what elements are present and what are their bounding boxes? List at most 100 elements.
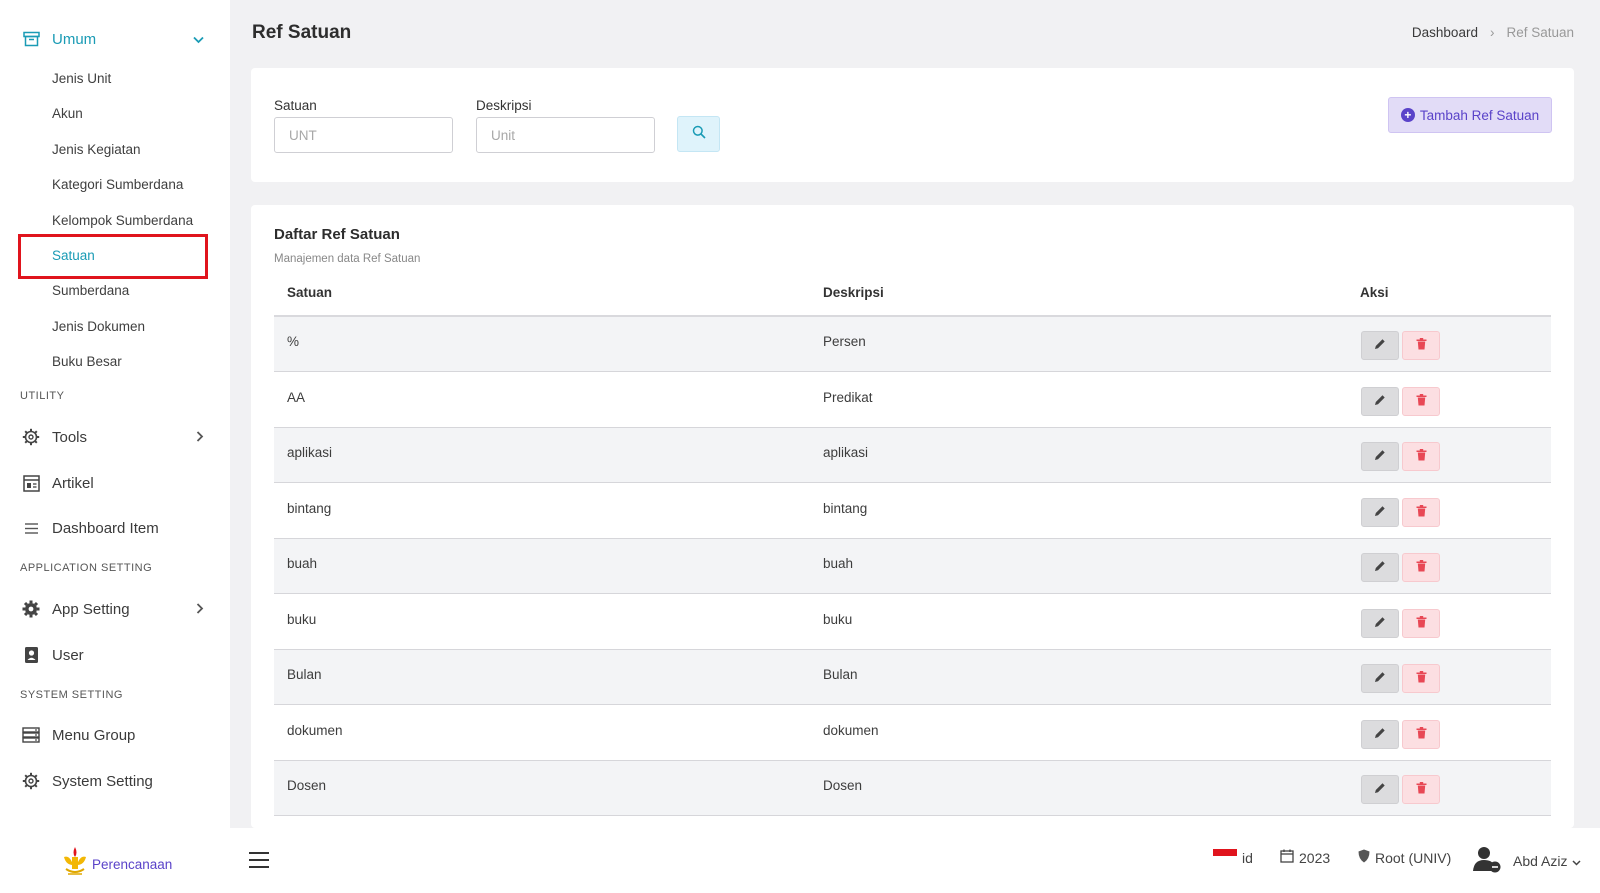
sidebar-item-kategori-sumberdana[interactable]: Kategori Sumberdana xyxy=(52,175,183,195)
sidebar-group-app-setting[interactable]: App Setting xyxy=(0,590,230,628)
sidebar-item-kelompok-sumberdana[interactable]: Kelompok Sumberdana xyxy=(52,211,193,231)
table-row: dokumen dokumen xyxy=(274,706,1551,761)
delete-button[interactable] xyxy=(1402,498,1440,527)
delete-button[interactable] xyxy=(1402,553,1440,582)
language-selector[interactable]: id xyxy=(1213,849,1253,866)
table-title: Daftar Ref Satuan xyxy=(274,226,400,243)
table-row: Bulan Bulan xyxy=(274,650,1551,705)
cell-deskripsi: Predikat xyxy=(823,390,873,405)
sidebar-item-label: Menu Group xyxy=(52,726,136,744)
trash-icon xyxy=(1416,559,1427,577)
trash-icon xyxy=(1416,726,1427,744)
delete-button[interactable] xyxy=(1402,387,1440,416)
sidebar-item-menu-group[interactable]: Menu Group xyxy=(0,716,230,754)
edit-button[interactable] xyxy=(1361,664,1399,693)
sidebar-group-umum[interactable]: Umum xyxy=(0,20,230,58)
cell-satuan: aplikasi xyxy=(287,445,333,460)
gear-icon xyxy=(22,428,40,446)
section-heading-utility: UTILITY xyxy=(20,390,65,402)
highlight-box xyxy=(18,234,208,279)
server-icon xyxy=(22,726,40,744)
cell-satuan: buah xyxy=(287,556,318,571)
sidebar-item-jenis-dokumen[interactable]: Jenis Dokumen xyxy=(52,317,145,337)
delete-button[interactable] xyxy=(1402,609,1440,638)
trash-icon xyxy=(1416,781,1427,799)
edit-button[interactable] xyxy=(1361,387,1399,416)
newspaper-icon xyxy=(22,474,40,492)
breadcrumb: Dashboard › Ref Satuan xyxy=(1412,25,1574,40)
sidebar-item-sumberdana[interactable]: Sumberdana xyxy=(52,281,129,301)
sidebar-item-jenis-unit[interactable]: Jenis Unit xyxy=(52,69,111,89)
trash-icon xyxy=(1416,615,1427,633)
cell-deskripsi: Persen xyxy=(823,334,866,349)
sidebar-item-system-setting[interactable]: System Setting xyxy=(0,762,230,800)
edit-button[interactable] xyxy=(1361,609,1399,638)
sidebar-item-dashboard-item[interactable]: Dashboard Item xyxy=(0,509,230,547)
table-row: Dosen Dosen xyxy=(274,761,1551,816)
search-button[interactable] xyxy=(677,116,720,152)
delete-button[interactable] xyxy=(1402,664,1440,693)
cell-deskripsi: aplikasi xyxy=(823,445,869,460)
cell-deskripsi: buku xyxy=(823,612,853,627)
list-icon xyxy=(22,519,40,537)
table-row: buku buku xyxy=(274,595,1551,650)
pencil-icon xyxy=(1374,615,1386,633)
plus-circle-icon: + xyxy=(1400,108,1415,122)
sidebar-item-akun[interactable]: Akun xyxy=(52,104,83,124)
delete-button[interactable] xyxy=(1402,775,1440,804)
section-heading-system-setting: SYSTEM SETTING xyxy=(20,689,123,701)
role-selector[interactable]: Root (UNIV) xyxy=(1358,849,1451,866)
brand[interactable]: Perencanaan xyxy=(60,845,172,884)
pencil-icon xyxy=(1374,504,1386,522)
role-label: Root (UNIV) xyxy=(1375,849,1452,866)
cell-deskripsi: dokumen xyxy=(823,723,879,738)
sidebar-item-satuan[interactable]: Satuan xyxy=(52,246,95,266)
column-header-aksi: Aksi xyxy=(1360,285,1389,300)
sidebar-item-user[interactable]: User xyxy=(0,636,230,674)
user-avatar-icon xyxy=(1472,845,1502,876)
cell-deskripsi: bintang xyxy=(823,501,868,516)
table-row: aplikasi aplikasi xyxy=(274,428,1551,483)
edit-button[interactable] xyxy=(1361,720,1399,749)
edit-button[interactable] xyxy=(1361,775,1399,804)
language-label: id xyxy=(1242,849,1253,866)
edit-button[interactable] xyxy=(1361,442,1399,471)
menu-toggle-button[interactable] xyxy=(249,852,269,868)
edit-button[interactable] xyxy=(1361,553,1399,582)
chevron-right-icon xyxy=(196,601,204,617)
table-subtitle: Manajemen data Ref Satuan xyxy=(274,253,421,265)
year-selector[interactable]: 2023 xyxy=(1280,849,1330,866)
deskripsi-filter-input[interactable] xyxy=(476,117,655,153)
sidebar-item-label: Artikel xyxy=(52,474,94,492)
sidebar-item-jenis-kegiatan[interactable]: Jenis Kegiatan xyxy=(52,140,141,160)
trash-icon xyxy=(1416,448,1427,466)
column-header-satuan[interactable]: Satuan xyxy=(287,285,332,300)
calendar-icon xyxy=(1280,849,1294,866)
pencil-icon xyxy=(1374,670,1386,688)
edit-button[interactable] xyxy=(1361,331,1399,360)
sidebar-group-label: App Setting xyxy=(52,600,130,618)
trash-icon xyxy=(1416,393,1427,411)
sidebar-item-buku-besar[interactable]: Buku Besar xyxy=(52,352,122,372)
hamburger-icon-bar xyxy=(249,866,269,868)
brand-name: Perencanaan xyxy=(92,857,173,872)
column-header-deskripsi[interactable]: Deskripsi xyxy=(823,285,884,300)
user-menu[interactable]: Abd Aziz xyxy=(1472,845,1582,876)
user-name: Abd Aziz xyxy=(1513,852,1568,869)
satuan-filter-input[interactable] xyxy=(274,117,453,153)
cell-deskripsi: Dosen xyxy=(823,778,863,793)
page-title: Ref Satuan xyxy=(252,22,352,43)
edit-button[interactable] xyxy=(1361,498,1399,527)
sidebar-group-tools[interactable]: Tools xyxy=(0,418,230,456)
sidebar-item-artikel[interactable]: Artikel xyxy=(0,464,230,502)
cell-satuan: bintang xyxy=(287,501,332,516)
cell-deskripsi: Bulan xyxy=(823,667,858,682)
delete-button[interactable] xyxy=(1402,442,1440,471)
sidebar-item-label: Dashboard Item xyxy=(52,519,159,537)
delete-button[interactable] xyxy=(1402,331,1440,360)
chevron-right-icon xyxy=(196,429,204,445)
cell-satuan: Bulan xyxy=(287,667,322,682)
add-ref-satuan-button[interactable]: + Tambah Ref Satuan xyxy=(1388,97,1552,133)
delete-button[interactable] xyxy=(1402,720,1440,749)
breadcrumb-dashboard-link[interactable]: Dashboard xyxy=(1412,25,1478,40)
